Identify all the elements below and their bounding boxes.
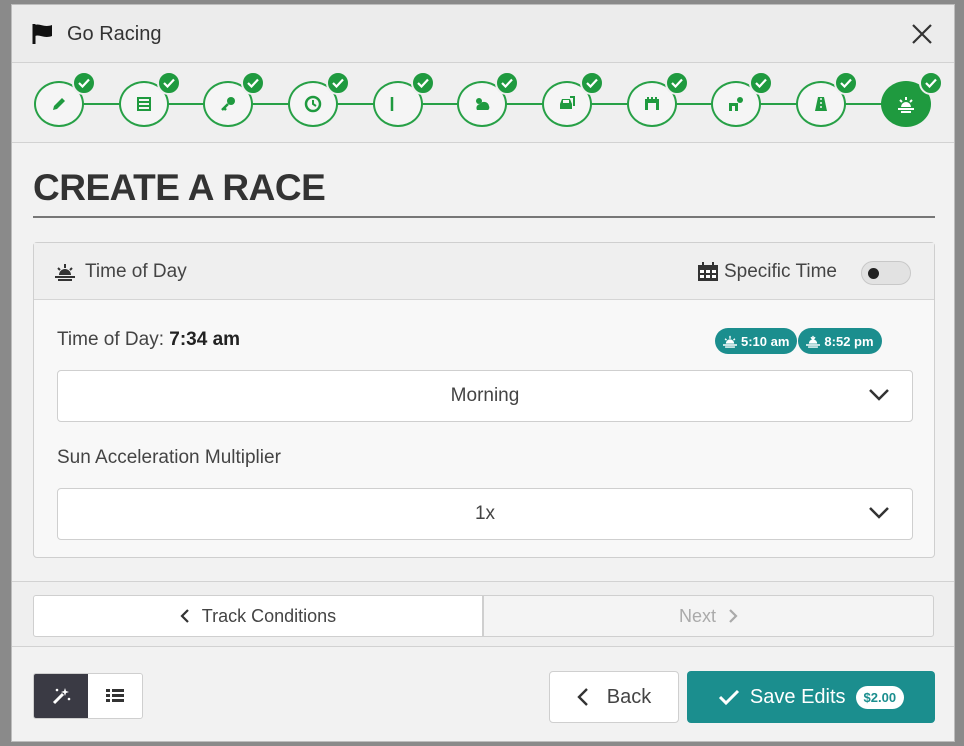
save-edits-button[interactable]: Save Edits $2.00: [687, 671, 935, 723]
next-step-label: Next: [678, 605, 716, 626]
specific-time-label: Specific Time: [724, 261, 837, 282]
previous-step-label: Track Conditions: [201, 605, 337, 626]
wizard-step-9[interactable]: [711, 71, 773, 127]
wizard-step-10[interactable]: [796, 71, 858, 127]
clock-icon: [304, 95, 322, 113]
toggle-knob: [868, 268, 879, 279]
list-view-button[interactable]: [88, 674, 142, 718]
create-race-dialog: Go Racing CREATE A RACE Time of Day Spec…: [11, 4, 955, 742]
time-of-day-readout: Time of Day: 7:34 am: [57, 329, 240, 351]
step-navigation: Track Conditions Next: [12, 581, 954, 647]
list-icon: [137, 97, 151, 111]
wizard-step-5[interactable]: [373, 71, 435, 127]
back-label: Back: [606, 685, 652, 708]
flag-icon: [32, 24, 54, 49]
panel-header: Time of Day Specific Time: [34, 243, 934, 300]
calendar-icon: [697, 262, 719, 287]
view-mode-toggle: [33, 673, 143, 719]
specific-time-toggle[interactable]: [861, 261, 911, 285]
sunrise-time: 5:10 am: [741, 333, 790, 349]
previous-step-button[interactable]: Track Conditions: [33, 595, 483, 637]
sun-times: 5:10 am 8:52 pm: [715, 328, 882, 354]
track-icon: [815, 97, 827, 111]
chevron-down-icon: [868, 506, 890, 525]
window-title: Go Racing: [67, 23, 162, 45]
chevron-left-icon: [180, 609, 189, 623]
sun-acceleration-select[interactable]: 1x: [57, 488, 913, 540]
check-icon: [72, 71, 96, 95]
check-icon: [580, 71, 604, 95]
sunset-time: 8:52 pm: [824, 333, 874, 349]
sun-acceleration-label: Sun Acceleration Multiplier: [57, 447, 281, 468]
list-icon: [106, 689, 124, 702]
time-of-day-select[interactable]: Morning: [57, 370, 913, 422]
weather-icon: [476, 98, 490, 110]
sunset-badge: 8:52 pm: [798, 328, 882, 354]
check-icon: [495, 71, 519, 95]
check-icon: [241, 71, 265, 95]
sunrise-icon: [723, 335, 737, 348]
wizard-step-3[interactable]: [203, 71, 265, 127]
wizard-stepper: [12, 63, 954, 143]
check-icon: [749, 71, 773, 95]
flag-icon: [390, 97, 394, 111]
sunrise-badge: 5:10 am: [715, 328, 798, 354]
garage-icon: [645, 97, 659, 110]
page-title: CREATE A RACE: [33, 167, 326, 208]
chevron-right-icon: [729, 609, 738, 623]
sunrise-icon: [898, 97, 914, 113]
title-bar: Go Racing: [12, 5, 954, 63]
wizard-step-11[interactable]: [881, 71, 943, 127]
sunset-icon: [806, 335, 821, 348]
wizard-step-4[interactable]: [288, 71, 350, 127]
sun-acceleration-select-value: 1x: [474, 503, 496, 524]
price-badge: $2.00: [855, 685, 905, 709]
check-icon: [919, 71, 943, 95]
chevron-down-icon: [868, 388, 890, 407]
time-of-day-select-value: Morning: [450, 385, 520, 406]
pit-icon: [729, 97, 743, 111]
check-icon: [326, 71, 350, 95]
check-icon: [665, 71, 689, 95]
wizard-step-1[interactable]: [34, 71, 96, 127]
panel-title: Time of Day: [85, 261, 187, 282]
wizard-step-8[interactable]: [627, 71, 689, 127]
time-of-day-label: Time of Day:: [57, 329, 170, 350]
wizard-step-6[interactable]: [457, 71, 519, 127]
heading-divider: [33, 216, 935, 218]
chevron-left-icon: [577, 688, 588, 706]
check-icon: [411, 71, 435, 95]
time-of-day-value: 7:34 am: [169, 329, 241, 350]
magic-wand-icon: [52, 688, 71, 705]
wizard-step-2[interactable]: [119, 71, 181, 127]
close-icon[interactable]: [910, 22, 934, 51]
check-icon: [718, 689, 739, 706]
wizard-step-7[interactable]: [542, 71, 604, 127]
key-icon: [221, 97, 235, 111]
check-icon: [834, 71, 858, 95]
next-step-button[interactable]: Next: [483, 595, 934, 637]
wizard-view-button[interactable]: [34, 674, 88, 718]
car-icon: [560, 96, 575, 109]
sunrise-icon: [55, 263, 75, 286]
back-button[interactable]: Back: [549, 671, 679, 723]
time-of-day-panel: Time of Day Specific Time Time of Day: 7…: [33, 242, 935, 558]
check-icon: [157, 71, 181, 95]
pencil-icon: [53, 98, 65, 110]
save-edits-label: Save Edits: [749, 685, 846, 708]
